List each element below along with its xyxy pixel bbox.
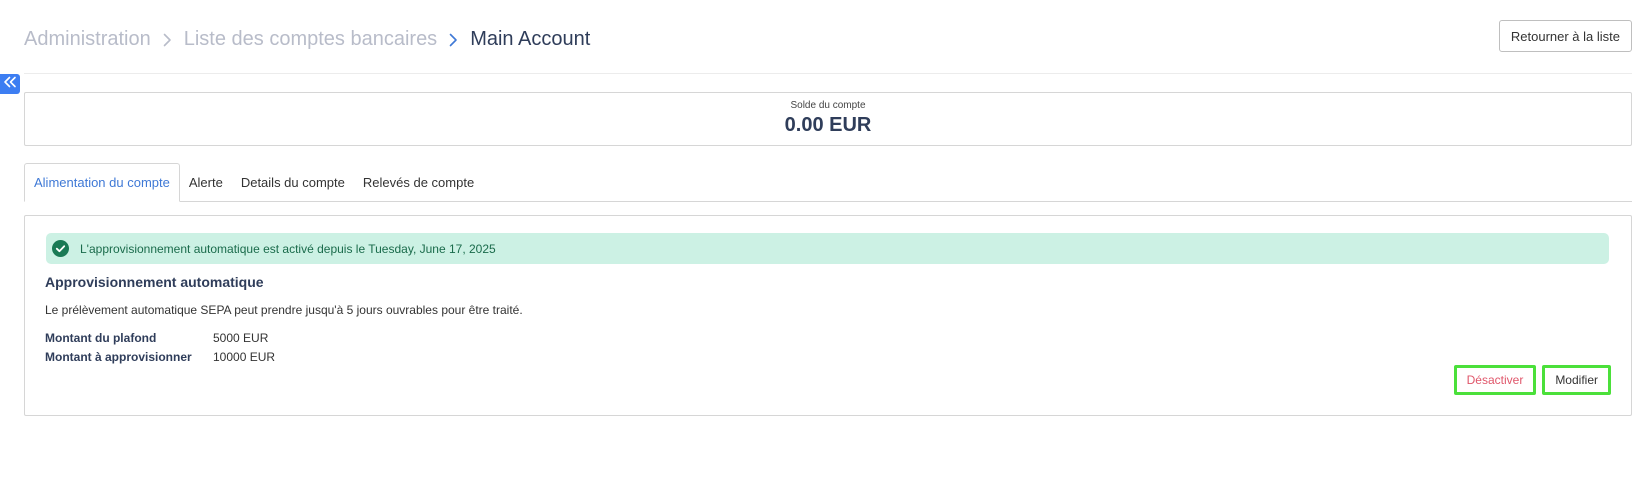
tab-alert[interactable]: Alerte: [180, 163, 232, 201]
breadcrumb: Administration Liste des comptes bancair…: [24, 28, 590, 51]
provision-amount-row: Montant à approvisionner 10000 EUR: [45, 350, 275, 364]
check-circle-icon: [52, 240, 69, 257]
success-alert: L'approvisionnement automatique est acti…: [46, 233, 1609, 264]
provision-amount-value: 10000 EUR: [213, 350, 276, 364]
balance-amount: 0.00 EUR: [784, 114, 872, 136]
chevron-right-icon: [163, 33, 172, 47]
chevron-right-icon: [449, 33, 458, 47]
tab-account-details[interactable]: Details du compte: [232, 163, 354, 201]
page-header: Administration Liste des comptes bancair…: [24, 20, 1632, 74]
funding-panel: L'approvisionnement automatique est acti…: [24, 215, 1632, 416]
deactivate-button[interactable]: Désactiver: [1453, 365, 1537, 395]
ceiling-amount-label: Montant du plafond: [45, 331, 157, 345]
breadcrumb-current: Main Account: [470, 28, 591, 50]
balance-label: Solde du compte: [790, 100, 866, 111]
breadcrumb-item-administration[interactable]: Administration: [24, 28, 151, 51]
tab-account-funding[interactable]: Alimentation du compte: [24, 163, 180, 202]
panel-actions: Désactiver Modifier: [1453, 365, 1611, 395]
breadcrumb-item-account-list[interactable]: Liste des comptes bancaires: [184, 28, 437, 51]
provision-amount-label: Montant à approvisionner: [45, 350, 192, 364]
page: Administration Liste des comptes bancair…: [0, 0, 1650, 495]
account-balance-card: Solde du compte 0.00 EUR: [24, 92, 1632, 146]
sidebar-toggle-button[interactable]: [0, 74, 20, 94]
tab-account-statements[interactable]: Relevés de compte: [354, 163, 483, 201]
account-tabs: Alimentation du compte Alerte Details du…: [24, 163, 1632, 202]
section-title: Approvisionnement automatique: [45, 274, 264, 290]
edit-button[interactable]: Modifier: [1542, 365, 1611, 395]
alert-message: L'approvisionnement automatique est acti…: [80, 241, 496, 256]
back-to-list-button[interactable]: Retourner à la liste: [1498, 20, 1632, 52]
ceiling-amount-row: Montant du plafond 5000 EUR: [45, 331, 268, 345]
double-chevron-left-icon: [3, 75, 17, 93]
section-description: Le prélèvement automatique SEPA peut pre…: [45, 303, 523, 317]
ceiling-amount-value: 5000 EUR: [213, 331, 269, 345]
